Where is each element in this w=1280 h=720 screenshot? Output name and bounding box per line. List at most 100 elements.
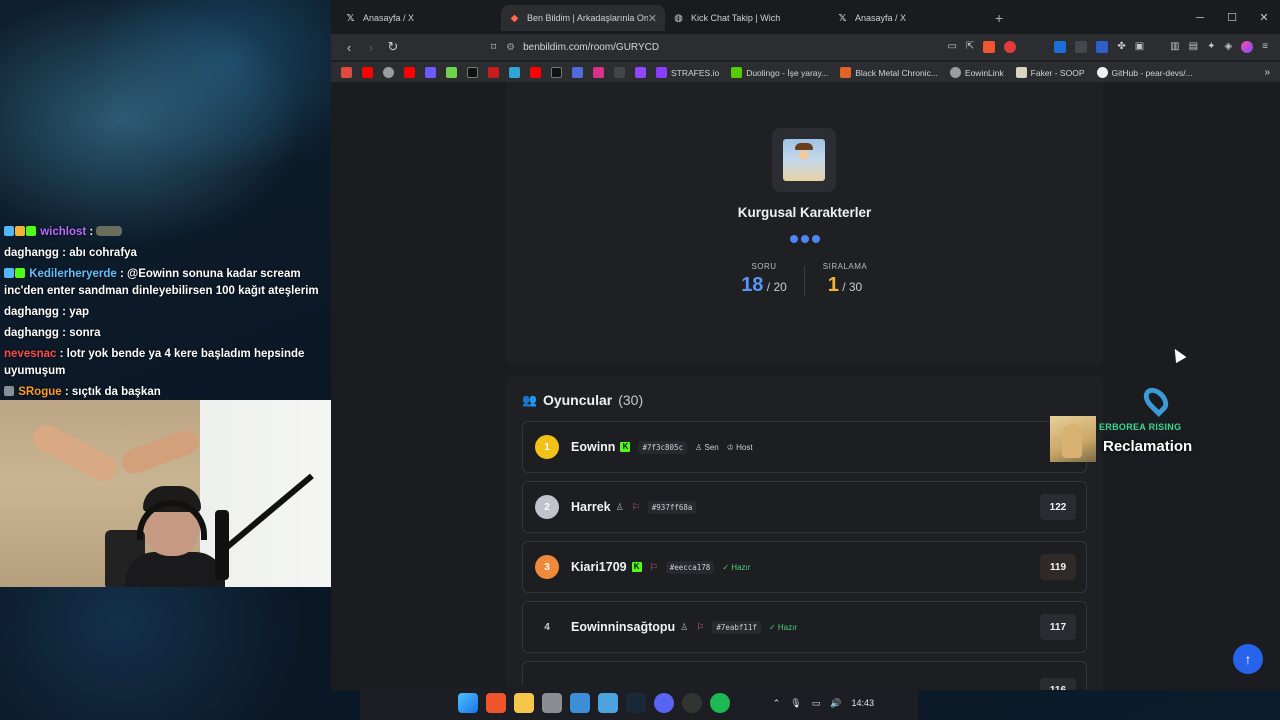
remove-user-icon[interactable]: ⚐	[650, 562, 658, 573]
puzzle-icon[interactable]: ✤	[1117, 41, 1125, 53]
menu-icon[interactable]: ≡	[1262, 41, 1268, 53]
microphone-icon[interactable]: 🎙	[790, 698, 801, 709]
globe-icon[interactable]	[383, 67, 394, 78]
profile-icon[interactable]	[1241, 41, 1254, 53]
steam-icon[interactable]	[626, 693, 646, 713]
bookmark-app-icon[interactable]	[572, 67, 583, 78]
bookmark-faker[interactable]: Faker - SOOP	[1015, 67, 1085, 78]
x-logo-icon: 𝕏	[346, 12, 355, 24]
x-logo-icon[interactable]	[551, 67, 562, 78]
close-window-icon[interactable]: ✕	[1248, 0, 1280, 36]
tab-x-home-2[interactable]: 𝕏 Anasayfa / X	[829, 5, 993, 31]
tool-icon[interactable]	[542, 693, 562, 713]
chat-message: daghangg : abı cohrafya	[4, 247, 137, 259]
brave-shield-icon[interactable]	[983, 41, 996, 53]
windows-start-icon[interactable]	[458, 693, 478, 713]
obs-icon[interactable]	[682, 693, 702, 713]
sidebar-icon[interactable]: ▥	[1170, 41, 1179, 53]
app-icon[interactable]	[598, 693, 618, 713]
badge-icon	[4, 226, 14, 236]
player-name: Eowinn	[571, 440, 616, 454]
bookmark-label: Black Metal Chronic...	[855, 67, 938, 78]
more-bookmarks-icon[interactable]: »	[1264, 67, 1270, 78]
globe-icon: ◍	[674, 12, 683, 24]
leo-icon[interactable]: ✦	[1207, 41, 1215, 53]
twitch-icon[interactable]	[635, 67, 646, 78]
close-icon[interactable]: ✕	[648, 12, 657, 25]
vpn-icon[interactable]: ◈	[1224, 41, 1232, 53]
chat-message: wichlost :	[0, 222, 330, 243]
chat-message: daghangg : sonra	[4, 327, 101, 339]
youtube-icon[interactable]	[362, 67, 373, 78]
strafes-icon	[656, 67, 667, 78]
bookmark-app-icon[interactable]	[446, 67, 457, 78]
bookmark-duolingo[interactable]: Duolingo - İşe yaray...	[731, 67, 828, 78]
bookmark-label: GitHub - pear-devs/...	[1111, 67, 1193, 78]
network-icon[interactable]: ▭	[812, 698, 821, 709]
brave-icon[interactable]	[486, 693, 506, 713]
bookmark-black-metal[interactable]: Black Metal Chronic...	[840, 67, 938, 78]
ready-chip: ✓ Hazır	[769, 623, 797, 632]
player-row[interactable]: 3 Kiari1709 K ⚐ #eecca178 ✓ Hazır 119	[522, 541, 1087, 593]
tab-kick-chat[interactable]: ◍ Kick Chat Takip | Wich	[665, 5, 829, 31]
youtube-icon[interactable]	[404, 67, 415, 78]
bookmark-strafes[interactable]: STRAFES.io	[656, 67, 719, 78]
badge-icon	[26, 226, 36, 236]
file-explorer-icon[interactable]	[514, 693, 534, 713]
url-field[interactable]: benbildim.com/room/GURYCD	[523, 42, 659, 53]
chevron-up-icon[interactable]: ⌃	[773, 698, 781, 709]
chat-username: daghangg	[4, 306, 59, 318]
player-row[interactable]: 1 Eowinn K #7f3c805c ♙ Sen ♔ Host	[522, 421, 1087, 473]
cast-icon[interactable]: ▭	[947, 41, 956, 53]
bookmark-app-icon[interactable]	[509, 67, 520, 78]
forward-icon[interactable]: ›	[361, 40, 381, 55]
player-score: 122	[1040, 494, 1076, 520]
photos-icon[interactable]	[570, 693, 590, 713]
instagram-icon[interactable]	[593, 67, 604, 78]
youtube-icon[interactable]	[530, 67, 541, 78]
gmail-icon[interactable]	[341, 67, 352, 78]
volume-icon[interactable]: 🔊	[830, 698, 841, 709]
bookmark-eowinlink[interactable]: EowinLink	[949, 67, 1004, 78]
minimize-icon[interactable]: ─	[1184, 0, 1216, 36]
player-row[interactable]: 2 Harrek ♙ ⚐ #937ff68a 122	[522, 481, 1087, 533]
spotify-icon[interactable]	[710, 693, 730, 713]
extension-icon[interactable]	[1054, 41, 1067, 53]
user-icon: ♙	[695, 442, 705, 452]
chat-username: daghangg	[4, 247, 59, 259]
bookmark-label: EowinLink	[964, 67, 1004, 78]
tab-ben-bildim[interactable]: ◆ Ben Bildim | Arkadaşlarınla Onlin ✕	[501, 5, 665, 31]
back-icon[interactable]: ‹	[339, 40, 359, 55]
tiktok-icon[interactable]	[467, 67, 478, 78]
tab-label: Anasayfa / X	[363, 13, 415, 23]
host-chip: ♔ Host	[727, 443, 753, 452]
bookmark-app-icon[interactable]	[614, 67, 625, 78]
site-settings-icon[interactable]: ⚙	[506, 42, 515, 53]
remove-user-icon[interactable]: ⚐	[696, 622, 704, 633]
badge-icon	[15, 268, 25, 278]
scroll-to-top-button[interactable]: ↑	[1233, 644, 1263, 674]
player-row[interactable]: 4 Eowinninsağtopu ♙ ⚐ #7eabf11f ✓ Hazır …	[522, 601, 1087, 653]
bookmark-icon[interactable]: ⌑	[491, 42, 496, 53]
stream-chat: wichlost : daghangg : abı cohrafya Kedil…	[0, 222, 330, 403]
player-score: 119	[1040, 554, 1076, 580]
tab-x-home[interactable]: 𝕏 Anasayfa / X	[337, 5, 501, 31]
bookmark-app-icon[interactable]	[488, 67, 499, 78]
bookmark-github[interactable]: GitHub - pear-devs/...	[1096, 67, 1193, 78]
discord-icon[interactable]	[654, 693, 674, 713]
clock[interactable]: 14:43	[851, 698, 874, 708]
reload-icon[interactable]: ↻	[383, 39, 403, 55]
extension-icon[interactable]: ▣	[1135, 41, 1144, 53]
wallet-icon[interactable]: ▤	[1189, 41, 1198, 53]
page-content: Kurgusal Karakterler SORU 18 / 20 SIRALA…	[331, 82, 1280, 690]
extension-icon[interactable]	[1075, 41, 1088, 53]
new-tab-icon[interactable]: +	[995, 10, 1003, 26]
player-name: Eowinninsağtopu	[571, 620, 676, 634]
badge-icon	[15, 226, 25, 236]
bookmark-app-icon[interactable]	[425, 67, 436, 78]
share-icon[interactable]: ⇱	[966, 41, 974, 53]
maximize-icon[interactable]: ☐	[1216, 0, 1248, 36]
extension-icon[interactable]	[1096, 41, 1109, 53]
brave-rewards-icon[interactable]	[1004, 41, 1017, 53]
remove-user-icon[interactable]: ⚐	[632, 502, 640, 513]
